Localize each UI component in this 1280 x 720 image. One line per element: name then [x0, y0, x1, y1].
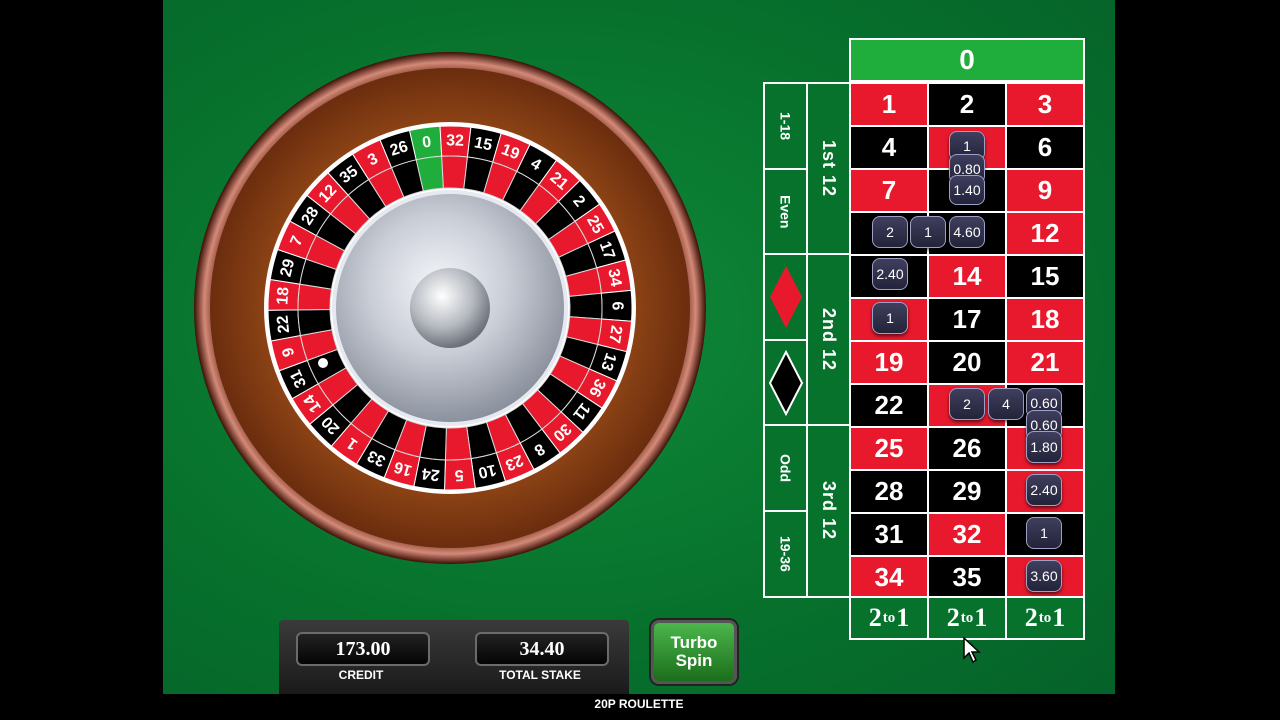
stake-label: TOTAL STAKE [499, 668, 581, 682]
bet-number-9[interactable]: 9 [1005, 168, 1085, 213]
wheel-number: 15 [473, 134, 494, 154]
chip[interactable]: 1 [872, 302, 908, 334]
bet-19-36[interactable]: 19-36 [763, 510, 808, 598]
stake-value: 34.40 [475, 632, 609, 666]
bet-number-1[interactable]: 1 [849, 82, 929, 127]
bet-number-15[interactable]: 15 [1005, 254, 1085, 299]
bet-number-20[interactable]: 20 [927, 340, 1007, 385]
bet-number-12[interactable]: 12 [1005, 211, 1085, 256]
wheel-pocket-inner [444, 426, 472, 461]
mouse-cursor-icon [963, 637, 981, 663]
chip[interactable]: 2 [949, 388, 985, 420]
bet-number-3[interactable]: 3 [1005, 82, 1085, 127]
bet-number-4[interactable]: 4 [849, 125, 929, 170]
bet-number-22[interactable]: 22 [849, 383, 929, 428]
roulette-ball [318, 358, 328, 368]
credit-label: CREDIT [338, 668, 384, 682]
wheel-number: 24 [421, 464, 441, 483]
bet-number-21[interactable]: 21 [1005, 340, 1085, 385]
bet-zero[interactable]: 0 [849, 38, 1085, 82]
bet-number-14[interactable]: 14 [927, 254, 1007, 299]
bet-black[interactable] [763, 339, 808, 426]
credit-value: 173.00 [296, 632, 430, 666]
bet-number-19[interactable]: 19 [849, 340, 929, 385]
chip[interactable]: 2.40 [1026, 474, 1062, 506]
wheel-number: 22 [274, 314, 293, 333]
bet-number-7[interactable]: 7 [849, 168, 929, 213]
wheel-pocket-inner [568, 292, 603, 320]
bet-number-32[interactable]: 32 [927, 512, 1007, 557]
wheel-number: 18 [274, 286, 292, 305]
red-diamond-icon [769, 266, 802, 328]
bet-dozen-2[interactable]: 2nd 12 [806, 253, 851, 426]
chip[interactable]: 1.80 [1026, 431, 1062, 463]
wheel-number: 6 [608, 301, 625, 310]
chip[interactable]: 2.40 [872, 258, 908, 290]
bet-number-31[interactable]: 31 [849, 512, 929, 557]
chip[interactable]: 1 [1026, 517, 1062, 549]
bet-number-18[interactable]: 18 [1005, 297, 1085, 342]
bet-even[interactable]: Even [763, 168, 808, 255]
wheel-number: 34 [604, 267, 624, 288]
bet-number-6[interactable]: 6 [1005, 125, 1085, 170]
chip[interactable]: 2 [872, 216, 908, 248]
wheel-pocket-inner [441, 155, 469, 190]
bet-red[interactable] [763, 253, 808, 341]
bet-number-25[interactable]: 25 [849, 426, 929, 471]
chip[interactable]: 1.40 [949, 175, 985, 205]
bet-dozen-3[interactable]: 3rd 12 [806, 424, 851, 598]
bet-number-28[interactable]: 28 [849, 469, 929, 514]
wheel-hub [410, 268, 490, 348]
black-diamond-icon [768, 349, 803, 416]
bet-number-26[interactable]: 26 [927, 426, 1007, 471]
game-title: 20P ROULETTE [163, 694, 1115, 715]
bet-column-1[interactable]: 2 to 1 [849, 596, 929, 640]
bet-column-2[interactable]: 2 to 1 [927, 596, 1007, 640]
info-panel: 173.00 CREDIT 34.40 TOTAL STAKE [279, 620, 629, 694]
wheel-number: 32 [446, 132, 464, 150]
bet-number-29[interactable]: 29 [927, 469, 1007, 514]
bet-dozen-1[interactable]: 1st 12 [806, 82, 851, 255]
bet-1-18[interactable]: 1-18 [763, 82, 808, 170]
game-area: 0 32 15 19 4 21 2 25 17 34 6 27 13 36 11 30 8 23 10 5 24 16 33… [163, 0, 1115, 715]
bet-number-17[interactable]: 17 [927, 297, 1007, 342]
wheel-number: 27 [605, 324, 625, 344]
chip[interactable]: 4 [988, 388, 1024, 420]
bet-column-3[interactable]: 2 to 1 [1005, 596, 1085, 640]
wheel-number: 5 [454, 466, 464, 483]
turbo-spin-button[interactable]: Turbo Spin [651, 620, 737, 684]
bet-number-34[interactable]: 34 [849, 555, 929, 600]
chip[interactable]: 4.60 [949, 216, 985, 248]
bet-number-35[interactable]: 35 [927, 555, 1007, 600]
chip[interactable]: 1 [910, 216, 946, 248]
chip[interactable]: 3.60 [1026, 560, 1062, 592]
bet-odd[interactable]: Odd [763, 424, 808, 512]
bet-number-2[interactable]: 2 [927, 82, 1007, 127]
